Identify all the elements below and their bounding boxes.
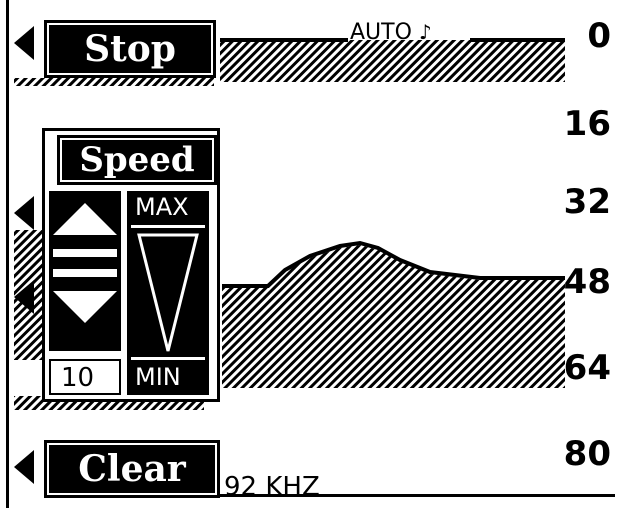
frequency-label: 92 KHZ	[224, 472, 320, 502]
stop-button[interactable]: Stop	[44, 20, 216, 78]
surface-clutter-left	[14, 78, 214, 86]
depth-label-48: 48	[563, 262, 611, 302]
surface-clutter	[220, 40, 565, 82]
triangle-up-icon[interactable]	[53, 203, 117, 235]
depth-label-80: 80	[563, 434, 611, 474]
stop-arrow-icon[interactable]	[14, 26, 34, 60]
clear-arrow-icon[interactable]	[14, 450, 34, 484]
speed-title: Speed	[57, 135, 217, 185]
left-frame	[6, 0, 9, 508]
depth-label-64: 64	[563, 348, 611, 388]
speed-up-arrow-icon[interactable]	[14, 196, 34, 230]
triangle-down-icon[interactable]	[53, 291, 117, 323]
speed-adjust-control	[49, 191, 121, 351]
clear-button-label: Clear	[78, 448, 186, 490]
auto-mode-label: AUTO ♪	[350, 20, 432, 45]
speed-down-arrow-icon[interactable]	[14, 280, 34, 314]
sonar-screen: Stop AUTO ♪ 0 16 32 48 64 80 Speed 10 MA…	[0, 0, 619, 508]
note-icon: ♪	[418, 20, 432, 44]
speed-value: 10	[49, 359, 121, 395]
depth-label-16: 16	[563, 104, 611, 144]
depth-label-0: 0	[587, 16, 611, 56]
speed-meter: MAX MIN	[127, 191, 209, 395]
clear-button[interactable]: Clear	[44, 440, 220, 498]
depth-label-32: 32	[563, 182, 611, 222]
speed-adjust-icons	[53, 203, 117, 323]
min-label: MIN	[135, 363, 181, 391]
stop-button-label: Stop	[84, 28, 176, 70]
bottom-echo	[222, 245, 565, 386]
speed-panel: Speed 10 MAX MIN	[42, 128, 220, 402]
